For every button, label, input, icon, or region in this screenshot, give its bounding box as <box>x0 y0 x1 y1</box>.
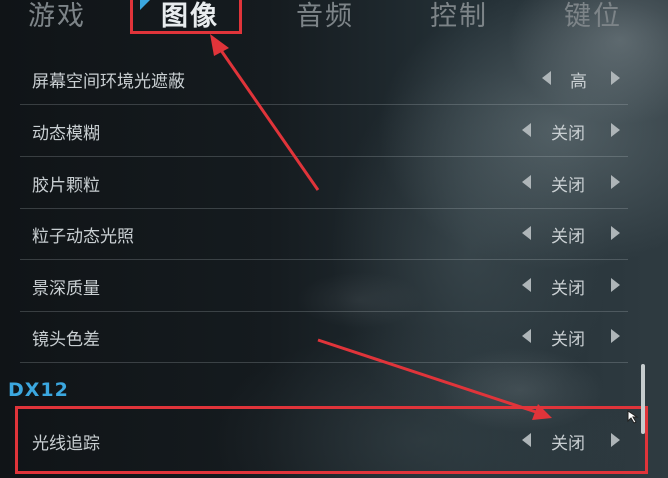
annotation-arrows <box>210 34 552 420</box>
annotation-arrowhead-up-icon <box>210 34 229 56</box>
annotation-arrow-up-icon <box>216 45 320 191</box>
annotation-arrow-down-icon <box>317 338 537 414</box>
annotation-arrowhead-down-icon <box>532 404 552 420</box>
